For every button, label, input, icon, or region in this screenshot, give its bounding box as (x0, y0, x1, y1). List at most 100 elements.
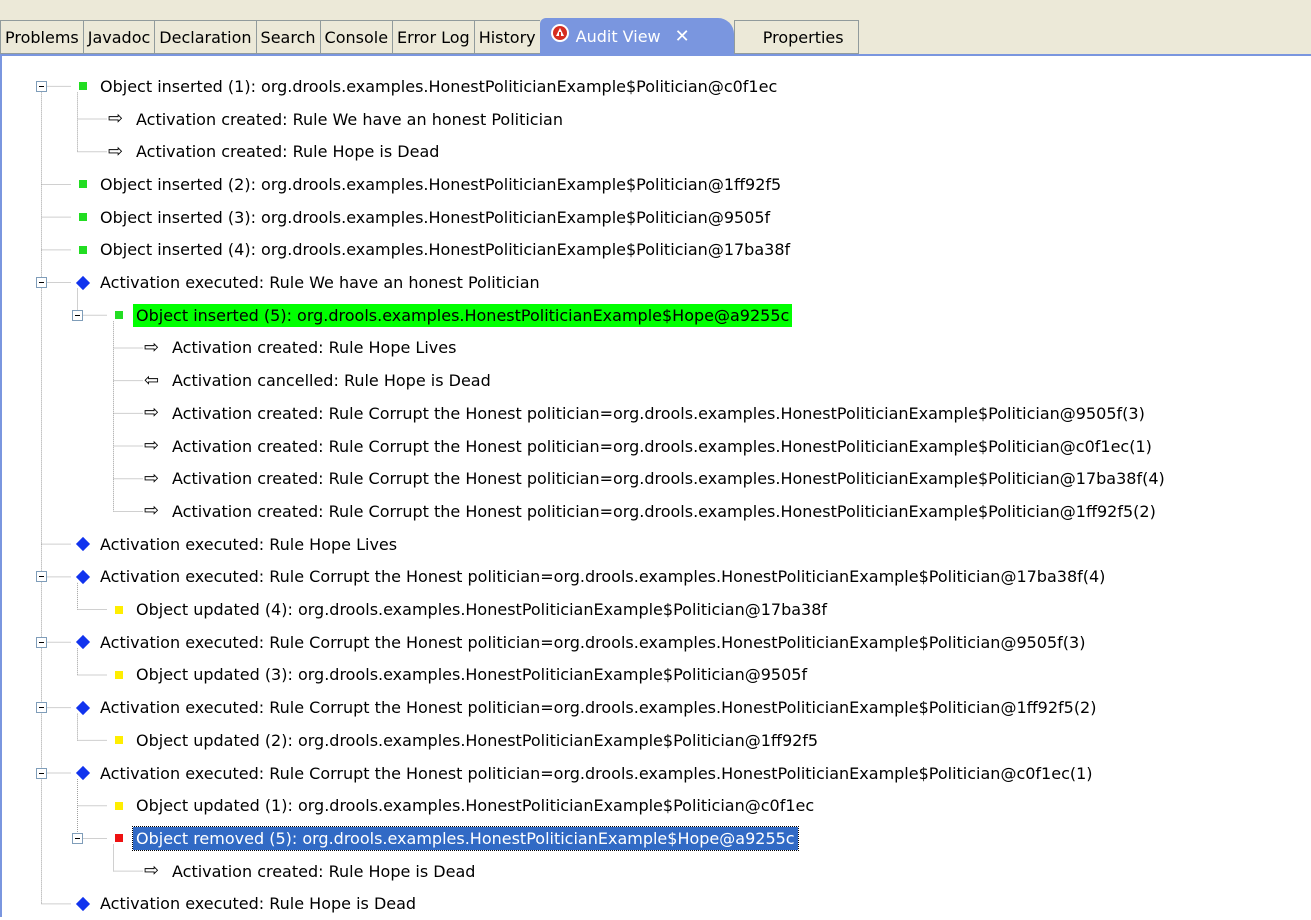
collapse-toggle-icon[interactable] (36, 702, 47, 714)
activation-executed-icon (69, 275, 97, 290)
tree-row[interactable]: ⇨ Activation created: Rule Hope is Dead (141, 855, 478, 887)
tree-row[interactable]: Activation executed: Rule Corrupt the Ho… (69, 692, 1099, 724)
tab-audit-view[interactable]: Audit View ✕ (539, 18, 734, 57)
tree-row-label: Activation created: Rule Hope Lives (172, 338, 457, 358)
tree-row-label: Activation created: Rule Corrupt the Hon… (172, 436, 1152, 456)
object-inserted-icon (105, 311, 133, 320)
tree-row[interactable]: ⇨ Activation created: Rule Corrupt the Ho… (141, 463, 1168, 495)
tree-row[interactable]: Activation executed: Rule Hope is Dead (69, 888, 419, 920)
tree-row-label: Object updated (4): org.drools.examples.… (136, 600, 828, 620)
tree-row[interactable]: Activation executed: Rule We have an hon… (69, 267, 543, 299)
object-updated-icon (105, 801, 133, 810)
collapse-toggle-icon[interactable] (36, 767, 47, 779)
activation-created-icon: ⇨ (144, 336, 160, 358)
tree-row[interactable]: Object inserted (2): org.drools.examples… (69, 168, 784, 200)
tree-row-label: Object updated (1): org.drools.examples.… (136, 796, 815, 816)
tree-row-label: Object inserted (1): org.drools.examples… (100, 76, 778, 96)
tab-search[interactable]: Search (255, 20, 320, 54)
tree-row[interactable]: Object inserted (1): org.drools.examples… (69, 70, 780, 102)
audit-tree[interactable]: Object inserted (1): org.drools.examples… (0, 56, 1311, 917)
activation-created-icon: ⇨ (144, 435, 160, 457)
tab-label: Properties (762, 28, 844, 47)
tree-row[interactable]: ⇨ Activation created: Rule We have an hon… (105, 103, 566, 135)
audit-view-icon (550, 19, 570, 57)
tree-row[interactable]: Activation executed: Rule Hope Lives (69, 528, 400, 560)
object-updated-icon (105, 670, 133, 679)
tree-row[interactable]: Activation executed: Rule Corrupt the Ho… (69, 757, 1096, 789)
activation-created-icon: ⇨ (144, 402, 160, 424)
tree-row-label: Activation created: Rule Hope is Dead (172, 861, 476, 881)
view-tab-bar: Problems Javadoc Declaration Search Console E… (0, 0, 1311, 56)
tab-console[interactable]: Console (319, 20, 393, 54)
tree-row[interactable]: Object updated (2): org.drools.examples.… (105, 724, 821, 756)
tree-row-label: Activation executed: Rule Hope is Dead (100, 894, 417, 914)
tab-history[interactable]: History (473, 20, 540, 54)
tree-row-label: Object updated (2): org.drools.examples.… (136, 730, 819, 750)
tree-row-label: Object updated (3): org.drools.examples.… (136, 665, 808, 685)
tab-problems[interactable]: Problems (0, 20, 83, 54)
tab-label: Error Log (397, 28, 470, 47)
tree-row[interactable]: Activation executed: Rule Corrupt the Ho… (69, 561, 1108, 593)
tree-row[interactable]: ⇦ Activation cancelled: Rule Hope is Dead (141, 365, 494, 397)
collapse-toggle-icon[interactable] (36, 636, 47, 648)
tab-label: Javadoc (87, 28, 151, 47)
tree-row[interactable]: ⇨ Activation created: Rule Corrupt the Ho… (141, 430, 1155, 462)
activation-created-icon: ⇨ (144, 467, 160, 489)
tree-row[interactable]: ⇨ Activation created: Rule Corrupt the Ho… (141, 397, 1148, 429)
activation-created-icon: ⇨ (108, 108, 124, 130)
activation-created-icon: ⇨ (144, 860, 160, 882)
collapse-toggle-icon[interactable] (36, 80, 47, 92)
tab-strip: Problems Javadoc Declaration Search Console E… (0, 18, 859, 56)
tree-row-label: Activation executed: Rule Hope Lives (100, 534, 398, 554)
tree-row[interactable]: Object inserted (4): org.drools.examples… (69, 234, 793, 266)
object-updated-icon (105, 736, 133, 745)
tree-row[interactable]: ⇨ Activation created: Rule Hope is Dead (105, 136, 442, 168)
tab-javadoc[interactable]: Javadoc (82, 20, 155, 54)
tree-row-label: Activation created: Rule Corrupt the Hon… (172, 469, 1165, 489)
activation-cancelled-icon: ⇦ (144, 369, 160, 391)
tree-row[interactable]: Object removed (5): org.drools.examples.… (105, 822, 799, 854)
tree-row-label: Activation cancelled: Rule Hope is Dead (172, 371, 491, 391)
tree-row-label: Object removed (5): org.drools.examples.… (132, 825, 799, 851)
tree-row-label: Activation executed: Rule Corrupt the Ho… (100, 763, 1093, 783)
activation-executed-icon (69, 700, 97, 715)
tab-error-log[interactable]: Error Log (392, 20, 474, 54)
tab-label: Problems (5, 28, 79, 47)
object-inserted-icon (69, 180, 97, 189)
tree-row-label: Activation created: Rule We have an hone… (136, 109, 563, 129)
tree-row-label: Activation executed: Rule Corrupt the Ho… (100, 567, 1106, 587)
tree-row-label: Object inserted (3): org.drools.examples… (100, 207, 771, 227)
activation-executed-icon (69, 635, 97, 650)
close-tab-icon[interactable]: ✕ (675, 26, 690, 47)
tree-row[interactable]: ⇨ Activation created: Rule Hope Lives (141, 332, 459, 364)
tree-row[interactable]: Object updated (1): org.drools.examples.… (105, 790, 817, 822)
tree-row-label: Object inserted (5): org.drools.examples… (133, 303, 793, 327)
tree-row[interactable]: Activation executed: Rule Corrupt the Ho… (69, 626, 1088, 658)
tree-row[interactable]: Object updated (3): org.drools.examples.… (105, 659, 810, 691)
activation-executed-icon (69, 537, 97, 552)
tree-row-label: Activation created: Rule Corrupt the Hon… (172, 501, 1156, 521)
activation-created-icon: ⇨ (108, 140, 124, 162)
tab-declaration[interactable]: Declaration (154, 20, 256, 54)
object-inserted-icon (69, 82, 97, 91)
object-updated-icon (105, 605, 133, 614)
tree-row[interactable]: Object inserted (3): org.drools.examples… (69, 201, 773, 233)
object-inserted-icon (69, 245, 97, 254)
tab-label: Declaration (159, 28, 252, 47)
collapse-toggle-icon[interactable] (72, 309, 83, 321)
tab-properties[interactable]: Properties (733, 20, 859, 54)
tree-row-label: Activation created: Rule Hope is Dead (136, 142, 440, 162)
tree-row-label: Activation created: Rule Corrupt the Hon… (172, 403, 1145, 423)
object-removed-icon (105, 834, 133, 843)
tree-row-label: Object inserted (4): org.drools.examples… (100, 240, 791, 260)
collapse-toggle-icon[interactable] (72, 832, 83, 844)
activation-executed-icon (69, 765, 97, 781)
tab-label: Console (324, 28, 389, 47)
activation-executed-icon (69, 896, 97, 911)
collapse-toggle-icon[interactable] (36, 277, 47, 289)
tree-row[interactable]: ⇨ Activation created: Rule Corrupt the Ho… (141, 495, 1159, 527)
tab-label: History (478, 28, 536, 47)
tree-row[interactable]: Object updated (4): org.drools.examples.… (105, 594, 830, 626)
tree-row[interactable]: Object inserted (5): org.drools.examples… (105, 299, 793, 331)
collapse-toggle-icon[interactable] (36, 571, 47, 583)
